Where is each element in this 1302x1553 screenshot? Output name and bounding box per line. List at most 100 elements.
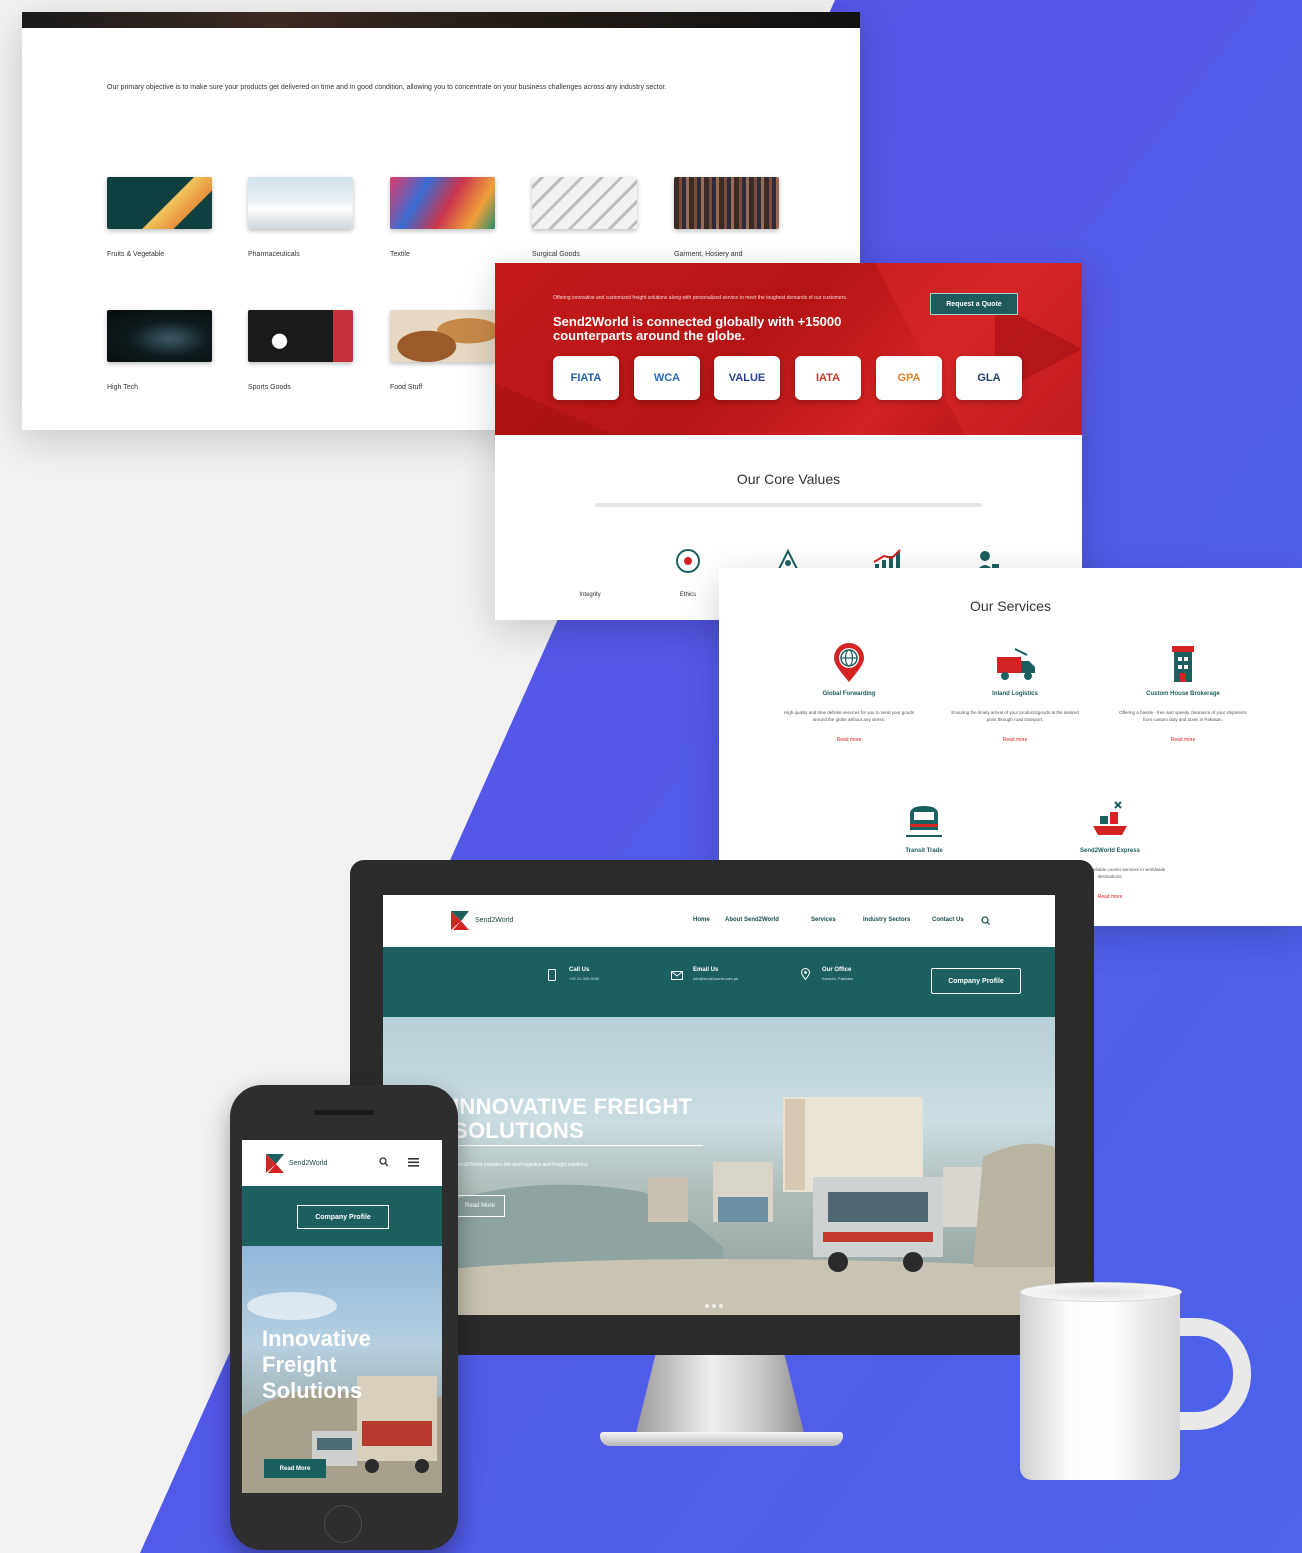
- partner-logo-text: WCA: [653, 372, 681, 384]
- industries-intro: Our primary objective is to make sure yo…: [107, 84, 667, 91]
- phone-screen: Send2World Company Profile Innovative Fr…: [242, 1140, 442, 1493]
- partner-logo[interactable]: IATA: [795, 356, 861, 400]
- phone-hero: Innovative Freight Solutions Read More: [242, 1246, 442, 1493]
- info-office[interactable]: Our Office Karachi, Pakistan: [822, 967, 853, 982]
- industry-thumbnail: [674, 177, 779, 229]
- info-title: Email Us: [693, 967, 719, 973]
- search-icon[interactable]: [379, 1157, 389, 1167]
- company-profile-button[interactable]: Company Profile: [297, 1205, 389, 1229]
- partner-logo[interactable]: GPA: [876, 356, 942, 400]
- brand-name: Send2World: [289, 1159, 328, 1167]
- partner-logo[interactable]: GLA: [956, 356, 1022, 400]
- company-profile-button[interactable]: Company Profile: [931, 968, 1021, 994]
- slider-dot[interactable]: [705, 1304, 709, 1308]
- hero-title-line: Innovative: [262, 1326, 371, 1351]
- service-name: Send2World Express: [1080, 848, 1140, 854]
- core-value-item: Integrity: [560, 548, 620, 598]
- industry-thumbnail: [248, 310, 353, 362]
- read-more-link[interactable]: Read more: [774, 737, 924, 743]
- hero-title-line: Solutions: [262, 1378, 363, 1403]
- info-value: Karachi, Pakistan: [822, 976, 854, 981]
- partner-logo-text: FIATA: [570, 372, 602, 384]
- industry-label: Garment, Hosiery and: [674, 251, 743, 258]
- service-name: Custom House Brokerage: [1146, 691, 1220, 697]
- info-call[interactable]: Call Us +92 21 000 0000: [569, 967, 599, 982]
- industry-label: High Tech: [107, 384, 139, 391]
- hero-read-more-button[interactable]: Read More: [455, 1195, 505, 1217]
- partner-logo[interactable]: WCA: [634, 356, 700, 400]
- slider-dots[interactable]: [705, 1304, 723, 1308]
- phone-read-more-button[interactable]: Read More: [264, 1459, 326, 1478]
- nav-home[interactable]: Home: [693, 917, 710, 923]
- core-value-label: Ethics: [679, 592, 697, 598]
- desktop-monitor: Send2World Home About Send2World Service…: [350, 860, 1094, 1355]
- phone-logo[interactable]: Send2World: [266, 1152, 327, 1174]
- truck-icon: [940, 643, 1090, 683]
- core-values-subtitle: [595, 503, 982, 507]
- industry-card[interactable]: Food Stuff: [390, 310, 500, 391]
- hero-title-line: INNOVATIVE FREIGHT: [453, 1094, 693, 1119]
- industry-thumbnail: [532, 177, 637, 229]
- train-icon: [849, 800, 999, 840]
- home-button[interactable]: [324, 1505, 362, 1543]
- industry-card[interactable]: Garment, Hosiery and: [674, 177, 784, 258]
- phone-hero-title: Innovative Freight Solutions: [262, 1326, 371, 1404]
- core-value-item: Ethics: [658, 548, 718, 598]
- nav-about[interactable]: About Send2World: [725, 917, 779, 923]
- building-icon: [1108, 643, 1258, 683]
- industry-thumbnail: [107, 310, 212, 362]
- partners-and-values-panel: Offering innovative and customized freig…: [495, 263, 1082, 620]
- partner-logo-text: IATA: [815, 372, 841, 384]
- read-more-link[interactable]: Read more: [1108, 737, 1258, 743]
- industry-card[interactable]: High Tech: [107, 310, 217, 391]
- industry-label: Sports Goods: [248, 384, 291, 391]
- phone-header: Send2World: [242, 1140, 442, 1186]
- nav-contact[interactable]: Contact Us: [932, 917, 964, 923]
- site-header: Send2World Home About Send2World Service…: [383, 895, 1055, 947]
- globe-pin-icon: [774, 643, 924, 683]
- logo-mark-icon: [266, 1154, 284, 1173]
- industry-card[interactable]: Fruits & Vegetable: [107, 177, 217, 258]
- industry-thumbnail: [107, 177, 212, 229]
- partner-logo-text: GLA: [977, 372, 1001, 384]
- ship-icon: [1035, 800, 1185, 840]
- read-more-link[interactable]: Read more: [940, 737, 1090, 743]
- search-icon[interactable]: [981, 916, 990, 925]
- service-desc: Ensuring the timely arrival of your prod…: [951, 710, 1079, 722]
- request-quote-button[interactable]: Request a Quote: [930, 293, 1018, 315]
- hero-divider: [453, 1145, 703, 1146]
- info-email[interactable]: Email Us info@send2world.com.pk: [693, 967, 738, 982]
- industry-label: Fruits & Vegetable: [107, 251, 165, 258]
- slider-dot[interactable]: [719, 1304, 723, 1308]
- service-item[interactable]: Global Forwarding High quality and time …: [774, 643, 924, 743]
- core-value-label: Integrity: [579, 592, 601, 598]
- logo-mark-icon: [451, 911, 469, 930]
- service-name: Transit Trade: [905, 848, 943, 854]
- nav-industry-sectors[interactable]: Industry Sectors: [863, 917, 910, 923]
- site-logo[interactable]: Send2World: [451, 909, 513, 931]
- industry-card[interactable]: Surgical Goods: [532, 177, 642, 258]
- nav-services[interactable]: Services: [811, 917, 836, 923]
- service-desc: High quality and time definite services …: [783, 710, 915, 722]
- partner-logo[interactable]: VALUE: [714, 356, 780, 400]
- service-item[interactable]: Custom House Brokerage Offering a hassle…: [1108, 643, 1258, 743]
- hero-title: INNOVATIVE FREIGHT SOLUTIONS: [453, 1095, 692, 1143]
- industry-label: Food Stuff: [390, 384, 423, 391]
- hero-title-line: Freight: [262, 1352, 337, 1377]
- service-item[interactable]: Inland Logistics Ensuring the timely arr…: [940, 643, 1090, 743]
- slider-dot[interactable]: [712, 1304, 716, 1308]
- industry-card[interactable]: Sports Goods: [248, 310, 358, 391]
- industry-label: Surgical Goods: [532, 251, 580, 258]
- industry-card[interactable]: Textile: [390, 177, 500, 258]
- partner-logo[interactable]: FIATA: [553, 356, 619, 400]
- target-icon: [658, 548, 718, 574]
- hamburger-menu-icon[interactable]: [408, 1157, 419, 1167]
- service-item[interactable]: Transit Trade: [849, 800, 999, 854]
- top-image-strip: [22, 12, 860, 28]
- phone-cta-bar: Company Profile: [242, 1186, 442, 1246]
- industry-thumbnail: [248, 177, 353, 229]
- monitor-stand-base: [600, 1432, 843, 1446]
- industry-card[interactable]: Pharmaceuticals: [248, 177, 358, 258]
- phone-speaker: [314, 1110, 374, 1115]
- core-values-title: Our Core Values: [736, 471, 841, 487]
